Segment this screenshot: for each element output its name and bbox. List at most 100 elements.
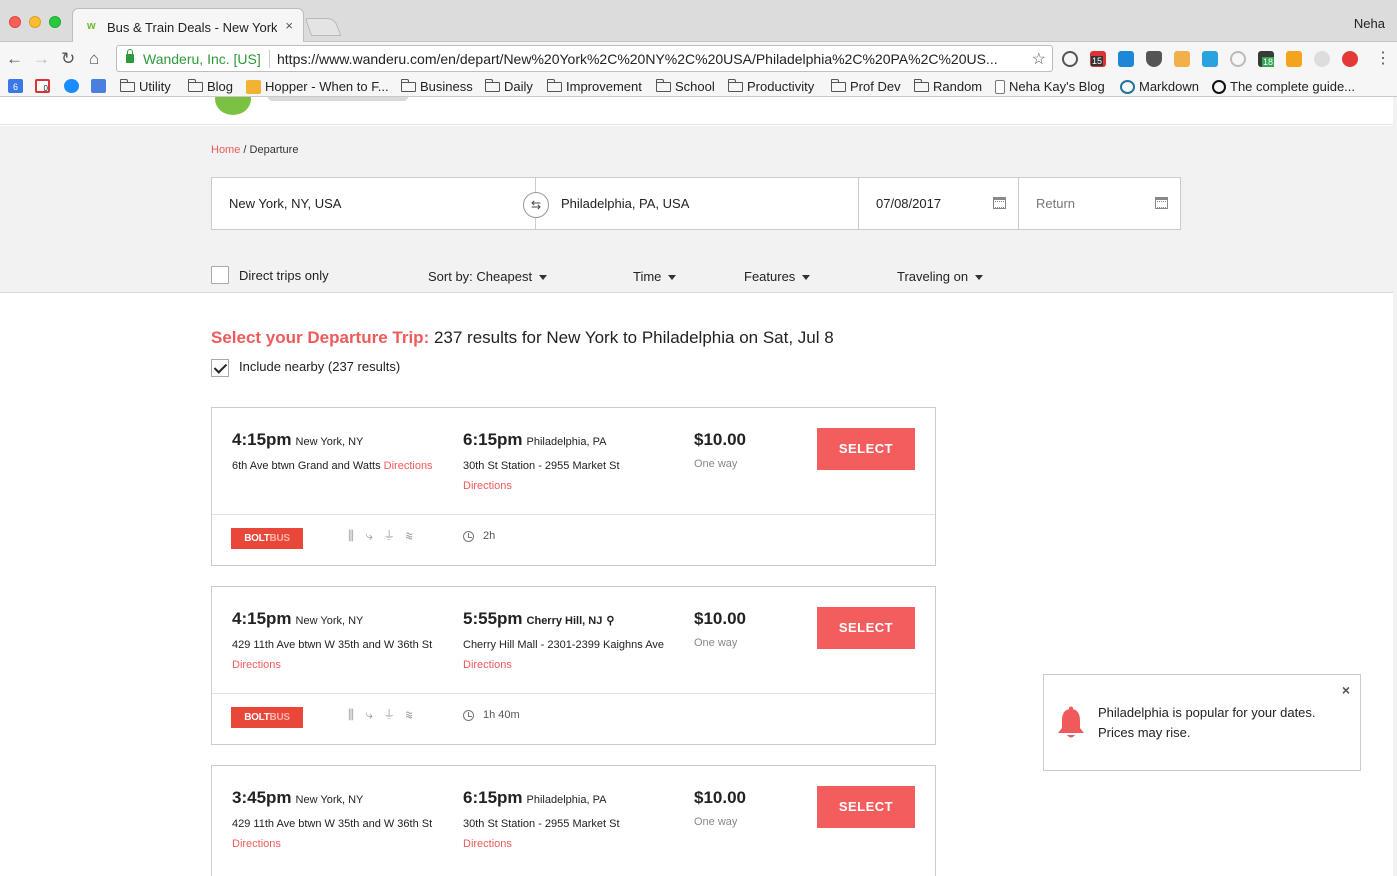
bookmark-folder-business[interactable]: Business (401, 78, 473, 94)
pocket-extension-icon[interactable] (1146, 51, 1162, 67)
onepassword-extension-icon[interactable] (1062, 51, 1078, 67)
bookmark-calendar[interactable]: 6 (8, 79, 27, 93)
page-icon (995, 79, 1005, 94)
close-window-button[interactable] (9, 16, 21, 28)
trip-price: $10.00 (694, 788, 746, 807)
calendar-icon[interactable] (993, 197, 1006, 209)
bookmark-gmail[interactable]: 0 (35, 79, 54, 93)
bookmark-markdown[interactable]: Markdown (1120, 79, 1199, 94)
disabled-extension-icon[interactable] (1314, 51, 1330, 67)
wordpress-icon (1120, 79, 1135, 94)
tab-title: Bus & Train Deals - New York, (107, 20, 277, 35)
fare-type: One way (694, 637, 738, 649)
calendar-icon[interactable] (1155, 197, 1168, 209)
include-nearby-label[interactable]: Include nearby (237 results) (239, 359, 400, 374)
honey-extension-icon[interactable] (1174, 51, 1190, 67)
maximize-window-button[interactable] (49, 16, 61, 28)
from-field[interactable]: New York, NY, USA (212, 178, 536, 229)
reload-icon[interactable]: ↻ (61, 50, 75, 67)
search-band: Home / Departure New York, NY, USA ⇆ Phi… (0, 126, 1397, 293)
bookmark-neha-kay-blog[interactable]: Neha Kay's Blog (995, 79, 1105, 94)
directions-link[interactable]: Directions (232, 659, 281, 671)
trip-card[interactable]: 3:45pm New York, NY 429 11th Ave btwn W 3… (211, 765, 936, 876)
site-identity[interactable]: Wanderu, Inc. [US] (143, 51, 261, 67)
depart-address: 429 11th Ave btwn W 35th and W 36th St D… (232, 639, 433, 671)
calendar-extension-icon[interactable]: 15 (1090, 51, 1106, 67)
include-nearby-checkbox[interactable] (211, 359, 229, 377)
map-pin-icon[interactable]: ⚲ (606, 615, 614, 627)
directions-link[interactable]: Directions (463, 480, 512, 492)
time-dropdown[interactable]: Time (633, 269, 677, 284)
depart-city: New York, NY (295, 794, 364, 806)
page-scrollbar-track[interactable] (1393, 97, 1397, 876)
select-trip-button[interactable]: SELECT (817, 428, 915, 470)
bookmark-folder-utility[interactable]: Utility (120, 78, 171, 94)
hubspot-extension-icon[interactable] (1286, 51, 1302, 67)
wanderu-wordmark[interactable] (268, 97, 408, 101)
amenities-icons[interactable]: ⫼ ⤷ ⏚ ≋ (348, 528, 417, 544)
browser-tab-active[interactable]: w Bus & Train Deals - New York, × (72, 8, 304, 42)
home-icon[interactable]: ⌂ (89, 50, 99, 67)
bookmark-mail[interactable] (91, 79, 110, 93)
arrive-city: Philadelphia, PA (526, 436, 607, 448)
forward-arrow-icon[interactable]: → (33, 50, 50, 67)
directions-link[interactable]: Directions (232, 838, 281, 850)
tab-close-icon[interactable]: × (285, 18, 293, 33)
folder-icon (728, 78, 743, 92)
bookmark-messenger[interactable] (64, 79, 83, 93)
bookmark-folder-random[interactable]: Random (914, 78, 982, 94)
depart-address: 429 11th Ave btwn W 35th and W 36th St D… (232, 818, 433, 850)
bookmark-star-icon[interactable]: ☆ (1032, 49, 1046, 69)
sort-dropdown[interactable]: Sort by: Cheapest (428, 269, 548, 284)
bookmark-complete-guide[interactable]: The complete guide... (1212, 79, 1355, 94)
results-heading: Select your Departure Trip: 237 results … (211, 328, 834, 348)
bookmark-folder-daily[interactable]: Daily (485, 78, 533, 94)
arrive-time: 6:15pm Philadelphia, PA (463, 788, 607, 807)
swap-locations-icon[interactable]: ⇆ (523, 192, 549, 218)
directions-link[interactable]: Directions (463, 838, 512, 850)
wanderu-logo-icon[interactable] (215, 97, 251, 115)
trip-card[interactable]: 4:15pm New York, NY 6th Ave btwn Grand an… (211, 407, 936, 566)
select-trip-button[interactable]: SELECT (817, 786, 915, 828)
bookmark-folder-school[interactable]: School (656, 78, 715, 94)
skype-extension-icon[interactable] (1118, 51, 1134, 67)
direct-trips-checkbox[interactable] (211, 266, 229, 284)
chevron-down-icon (668, 275, 677, 281)
bookmark-folder-improvement[interactable]: Improvement (547, 78, 642, 94)
features-dropdown[interactable]: Features (744, 269, 811, 284)
bookmark-hopper[interactable]: Hopper - When to F... (246, 79, 389, 94)
directions-link[interactable]: Directions (384, 460, 433, 472)
fare-type: One way (694, 458, 738, 470)
chevron-down-icon (975, 275, 984, 281)
trip-card[interactable]: 4:15pm New York, NY 429 11th Ave btwn W 3… (211, 586, 936, 745)
amenities-icons[interactable]: ⫼ ⤷ ⏚ ≋ (348, 707, 417, 723)
url-text[interactable]: https://www.wanderu.com/en/depart/New%20… (277, 51, 1017, 67)
messenger-icon (64, 79, 79, 93)
minimize-window-button[interactable] (29, 16, 41, 28)
departure-date-value: 07/08/2017 (876, 196, 942, 211)
bookmark-folder-blog[interactable]: Blog (188, 78, 233, 94)
trello-extension-icon[interactable] (1202, 51, 1218, 67)
departure-date-field[interactable]: 07/08/2017 (859, 178, 1019, 229)
close-icon[interactable]: × (1342, 682, 1350, 698)
breadcrumb-home-link[interactable]: Home (211, 144, 240, 156)
select-trip-button[interactable]: SELECT (817, 607, 915, 649)
inbox-extension-icon[interactable]: 18 (1258, 51, 1275, 67)
directions-link[interactable]: Directions (463, 659, 512, 671)
return-date-field[interactable]: Return (1019, 178, 1180, 229)
profile-name[interactable]: Neha (1354, 16, 1385, 31)
address-bar[interactable]: Wanderu, Inc. [US] https://www.wanderu.c… (116, 45, 1053, 72)
to-field[interactable]: Philadelphia, PA, USA (536, 178, 859, 229)
trip-search-form: New York, NY, USA ⇆ Philadelphia, PA, US… (211, 177, 1181, 230)
back-arrow-icon[interactable]: ← (6, 50, 23, 67)
bookmark-folder-prof-dev[interactable]: Prof Dev (831, 78, 901, 94)
arrive-time: 5:55pm Cherry Hill, NJ ⚲ (463, 609, 615, 628)
results-heading-text: 237 results for New York to Philadelphia… (429, 328, 834, 347)
browser-menu-icon[interactable]: ⋮ (1375, 48, 1391, 68)
shield-extension-icon[interactable] (1342, 51, 1358, 67)
traveling-on-dropdown[interactable]: Traveling on (897, 269, 984, 284)
new-tab-button[interactable] (304, 18, 342, 36)
grey-extension-icon[interactable] (1230, 51, 1246, 67)
bookmark-folder-productivity[interactable]: Productivity (728, 78, 814, 94)
direct-trips-label[interactable]: Direct trips only (239, 268, 329, 283)
